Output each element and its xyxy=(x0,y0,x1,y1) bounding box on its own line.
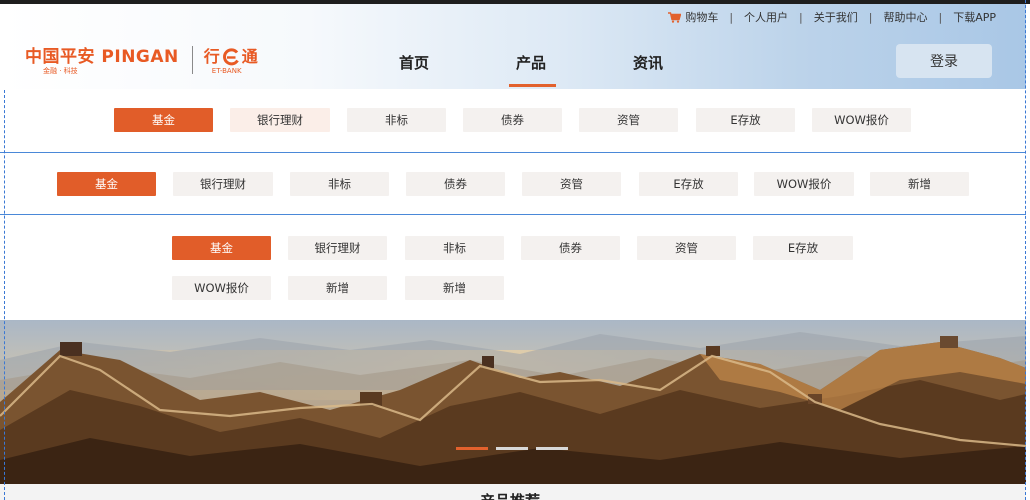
tab-e-deposit[interactable]: E存放 xyxy=(696,108,795,132)
tab-bonds[interactable]: 债券 xyxy=(521,236,620,260)
tab-bank-wealth[interactable]: 银行理财 xyxy=(288,236,387,260)
layout-guide-right xyxy=(1025,0,1026,500)
login-button[interactable]: 登录 xyxy=(896,44,992,78)
hero-banner[interactable] xyxy=(0,320,1026,484)
tab-asset-mgmt[interactable]: 资管 xyxy=(522,172,621,196)
tab-wow-quote[interactable]: WOW报价 xyxy=(754,172,854,196)
tab-e-deposit[interactable]: E存放 xyxy=(753,236,853,260)
site-header: 购物车 | 个人用户 | 关于我们 | 帮助中心 | 下载APP 中国平安 PI… xyxy=(0,4,1026,89)
tab-nonstandard[interactable]: 非标 xyxy=(405,236,504,260)
tab-bank-wealth[interactable]: 银行理财 xyxy=(173,172,273,196)
tab-wow-quote[interactable]: WOW报价 xyxy=(812,108,911,132)
tab-new-2[interactable]: 新增 xyxy=(405,276,504,300)
topbar-separator: | xyxy=(799,10,803,24)
topbar-separator: | xyxy=(938,10,943,24)
product-tabs-row-1: 基金 银行理财 非标 债券 资管 E存放 WOW报价 xyxy=(0,89,1026,152)
tab-bank-wealth[interactable]: 银行理财 xyxy=(230,108,330,132)
tab-e-deposit[interactable]: E存放 xyxy=(639,172,738,196)
nav-products[interactable]: 产品 xyxy=(508,52,557,87)
tab-fund[interactable]: 基金 xyxy=(114,108,213,132)
topbar-separator: | xyxy=(729,10,734,24)
page: 购物车 | 个人用户 | 关于我们 | 帮助中心 | 下载APP 中国平安 PI… xyxy=(0,0,1030,500)
main-nav: 首页 产品 资讯 xyxy=(0,52,1026,92)
tab-fund[interactable]: 基金 xyxy=(172,236,271,260)
tab-new[interactable]: 新增 xyxy=(288,276,387,300)
section-title: 产品推荐 xyxy=(480,490,540,500)
tab-nonstandard[interactable]: 非标 xyxy=(290,172,389,196)
tab-fund[interactable]: 基金 xyxy=(57,172,156,196)
cart-icon xyxy=(668,11,682,23)
product-tabs-row-2: 基金 银行理财 非标 债券 资管 E存放 WOW报价 新增 xyxy=(0,152,1026,215)
cart-link[interactable]: 购物车 xyxy=(668,9,718,25)
layout-guide-left xyxy=(4,90,5,500)
help-center-link[interactable]: 帮助中心 xyxy=(883,9,927,25)
carousel-dot-1[interactable] xyxy=(456,447,488,450)
carousel-dot-2[interactable] xyxy=(496,447,528,450)
product-tabs-row-3: 基金 银行理财 非标 债券 资管 E存放 WOW报价 新增 新增 xyxy=(0,215,1026,319)
download-app-link[interactable]: 下载APP xyxy=(953,9,996,25)
tab-asset-mgmt[interactable]: 资管 xyxy=(637,236,736,260)
tab-asset-mgmt[interactable]: 资管 xyxy=(579,108,678,132)
tab-wow-quote[interactable]: WOW报价 xyxy=(172,276,271,300)
nav-news[interactable]: 资讯 xyxy=(633,52,663,73)
carousel-indicators xyxy=(456,447,568,450)
tab-nonstandard[interactable]: 非标 xyxy=(347,108,446,132)
carousel-dot-3[interactable] xyxy=(536,447,568,450)
tab-bonds[interactable]: 债券 xyxy=(463,108,562,132)
topbar-separator: | xyxy=(868,10,873,24)
nav-home[interactable]: 首页 xyxy=(399,52,429,73)
about-us-link[interactable]: 关于我们 xyxy=(814,9,858,25)
cart-link-label: 购物车 xyxy=(685,11,719,24)
tab-new[interactable]: 新增 xyxy=(870,172,969,196)
personal-user-link[interactable]: 个人用户 xyxy=(744,9,788,25)
top-utility-bar: 购物车 | 个人用户 | 关于我们 | 帮助中心 | 下载APP xyxy=(668,9,996,25)
great-wall-landscape-image xyxy=(0,320,1026,484)
tab-bonds[interactable]: 债券 xyxy=(406,172,505,196)
